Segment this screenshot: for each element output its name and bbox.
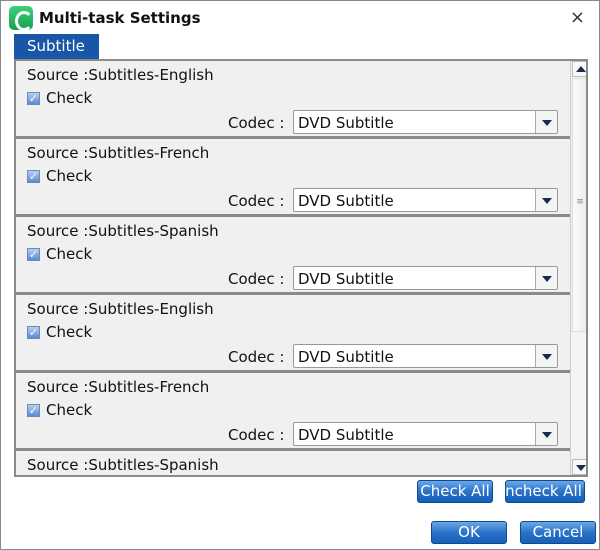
dialog-window: Multi-task Settings × Subtitle Source :S…	[0, 0, 600, 550]
uncheck-all-button[interactable]: Uncheck All	[505, 480, 585, 503]
check-checkbox[interactable]: ✓ Check	[27, 245, 92, 263]
check-label: Check	[46, 401, 93, 419]
scrollbar-thumb[interactable]: ≡	[572, 78, 586, 332]
check-checkbox[interactable]: ✓ Check	[27, 323, 92, 341]
chevron-down-icon[interactable]	[535, 111, 557, 133]
codec-label: Codec :	[228, 426, 285, 444]
checkbox-icon[interactable]: ✓	[27, 169, 40, 183]
codec-label: Codec :	[228, 348, 285, 366]
codec-label: Codec :	[228, 192, 285, 210]
list-item: Source :Subtitles-Spanish	[16, 451, 571, 475]
check-checkbox[interactable]: ✓ Check	[27, 89, 92, 107]
list-item: Source :Subtitles-Spanish ✓ Check Codec : …	[16, 217, 571, 295]
source-label: Source :Subtitles-English	[27, 300, 214, 318]
codec-label: Codec :	[228, 114, 285, 132]
codec-select[interactable]: DVD Subtitle	[293, 344, 558, 368]
codec-value: DVD Subtitle	[298, 192, 394, 210]
codec-value: DVD Subtitle	[298, 270, 394, 288]
codec-select[interactable]: DVD Subtitle	[293, 110, 558, 134]
checkbox-icon[interactable]: ✓	[27, 91, 40, 105]
codec-label: Codec :	[228, 270, 285, 288]
check-label: Check	[46, 167, 93, 185]
scroll-up-icon[interactable]	[572, 61, 586, 77]
codec-select[interactable]: DVD Subtitle	[293, 188, 558, 212]
codec-value: DVD Subtitle	[298, 426, 394, 444]
list-item: Source :Subtitles-English ✓ Check Codec : …	[16, 61, 571, 139]
chevron-down-icon[interactable]	[535, 345, 557, 367]
source-label: Source :Subtitles-Spanish	[27, 456, 219, 474]
check-label: Check	[46, 245, 93, 263]
scroll-down-icon[interactable]	[572, 459, 586, 475]
checkbox-icon[interactable]: ✓	[27, 403, 40, 417]
window-title: Multi-task Settings	[39, 9, 201, 27]
cancel-button[interactable]: Cancel	[520, 521, 596, 544]
ok-button[interactable]: OK	[431, 521, 507, 544]
chevron-down-icon[interactable]	[535, 189, 557, 211]
codec-value: DVD Subtitle	[298, 114, 394, 132]
check-label: Check	[46, 323, 93, 341]
close-icon[interactable]: ×	[570, 7, 585, 28]
chevron-down-icon[interactable]	[535, 423, 557, 445]
codec-select[interactable]: DVD Subtitle	[293, 266, 558, 290]
check-label: Check	[46, 89, 93, 107]
list-item: Source :Subtitles-French ✓ Check Codec : D…	[16, 139, 571, 217]
title-bar: Multi-task Settings	[9, 6, 201, 31]
tab-subtitle[interactable]: Subtitle	[14, 34, 99, 59]
list-item: Source :Subtitles-French ✓ Check Codec : D…	[16, 373, 571, 451]
codec-value: DVD Subtitle	[298, 348, 394, 366]
list-item: Source :Subtitles-English ✓ Check Codec : …	[16, 295, 571, 373]
source-label: Source :Subtitles-French	[27, 144, 210, 162]
subtitle-list-panel: Source :Subtitles-English ✓ Check Codec : …	[14, 59, 588, 477]
source-label: Source :Subtitles-French	[27, 378, 210, 396]
codec-select[interactable]: DVD Subtitle	[293, 422, 558, 446]
chevron-down-icon[interactable]	[535, 267, 557, 289]
check-all-button[interactable]: Check All	[417, 480, 493, 503]
checkbox-icon[interactable]: ✓	[27, 325, 40, 339]
scrollbar[interactable]: ≡	[570, 61, 586, 475]
checkbox-icon[interactable]: ✓	[27, 247, 40, 261]
check-checkbox[interactable]: ✓ Check	[27, 401, 92, 419]
app-logo-icon	[9, 6, 33, 31]
check-checkbox[interactable]: ✓ Check	[27, 167, 92, 185]
source-label: Source :Subtitles-Spanish	[27, 222, 219, 240]
source-label: Source :Subtitles-English	[27, 66, 214, 84]
